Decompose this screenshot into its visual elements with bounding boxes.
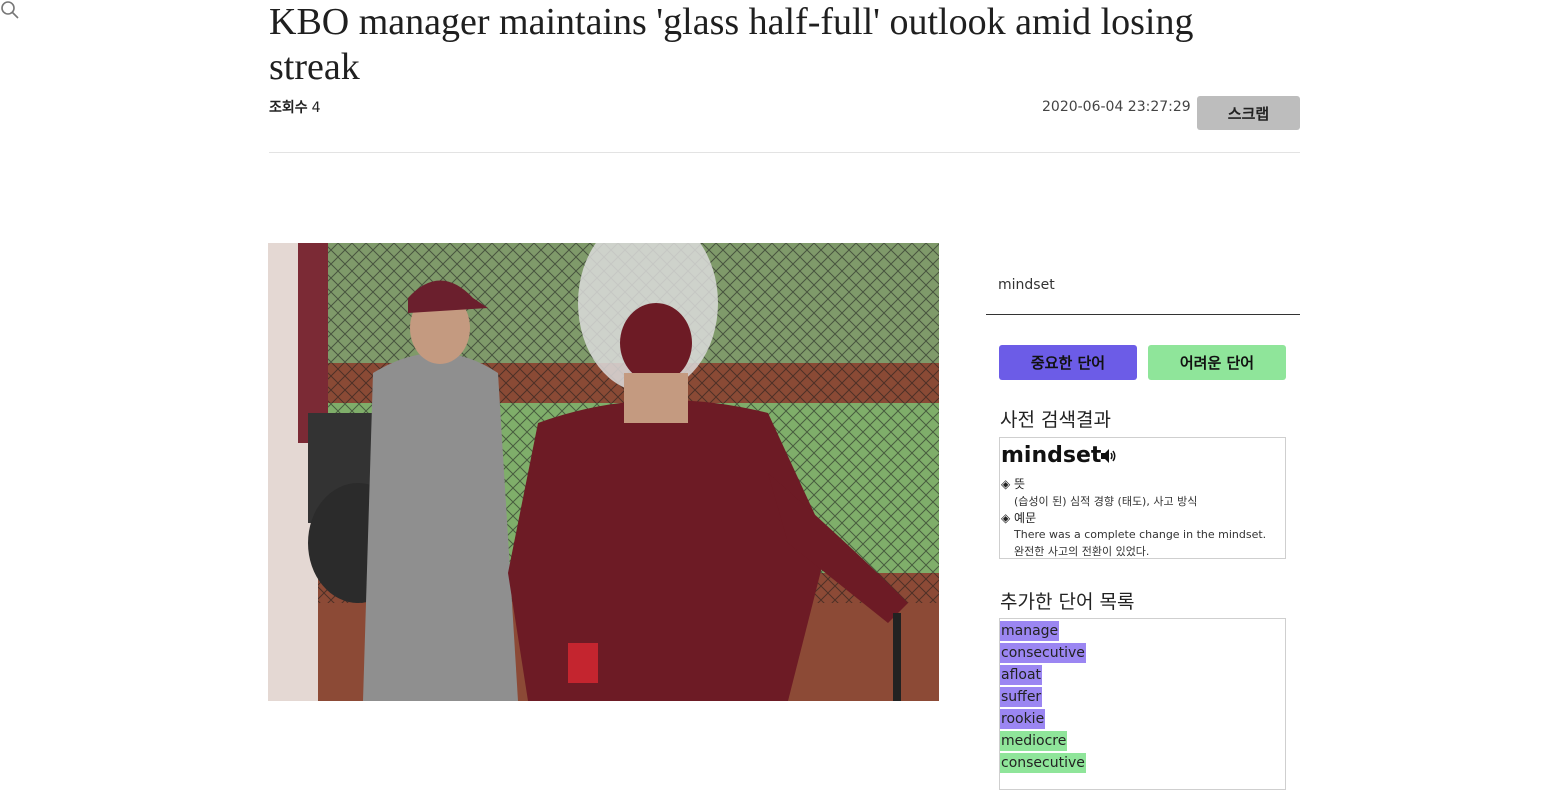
word-item[interactable]: suffer xyxy=(1000,687,1043,707)
word-item[interactable]: mediocre xyxy=(1000,731,1068,751)
word-item[interactable]: rookie xyxy=(1000,709,1046,729)
dictionary-result-title: 사전 검색결과 xyxy=(1000,409,1111,431)
added-words-box: manage consecutive afloat suffer rookie … xyxy=(999,618,1286,790)
search-icon[interactable] xyxy=(0,1,20,24)
meaning-text: (습성이 된) 심적 경향 (태도), 사고 방식 xyxy=(1014,495,1198,508)
dictionary-search xyxy=(986,262,1300,315)
added-words-title: 추가한 단어 목록 xyxy=(1000,591,1135,613)
scrap-button[interactable]: 스크랩 xyxy=(1197,96,1300,130)
difficult-words-button[interactable]: 어려운 단어 xyxy=(1148,345,1286,380)
added-words-list: manage consecutive afloat suffer rookie … xyxy=(1000,621,1285,773)
example-english: There was a complete change in the minds… xyxy=(1014,528,1267,541)
example-korean: 완전한 사고의 전환이 있었다. xyxy=(1014,545,1150,558)
meaning-label: ◈ 뜻 xyxy=(1001,477,1026,491)
example-label: ◈ 예문 xyxy=(1001,511,1037,525)
article-photo xyxy=(268,243,939,701)
article-title: KBO manager maintains 'glass half-full' … xyxy=(269,1,1194,88)
word-item[interactable]: consecutive xyxy=(1000,753,1086,773)
dictionary-word: mindset xyxy=(1001,443,1102,468)
view-count-label: 조회수 xyxy=(269,100,308,116)
article-date: 2020-06-04 23:27:29 xyxy=(1042,99,1191,115)
speaker-icon[interactable] xyxy=(1100,448,1118,468)
dictionary-search-input[interactable] xyxy=(996,272,1250,298)
view-count-value: 4 xyxy=(311,100,321,116)
important-words-button[interactable]: 중요한 단어 xyxy=(999,345,1137,380)
view-count: 조회수 4 xyxy=(269,97,321,117)
word-item[interactable]: manage xyxy=(1000,621,1060,641)
header-divider xyxy=(269,152,1300,153)
word-item[interactable]: afloat xyxy=(1000,665,1043,685)
dictionary-result-box: mindset ◈ 뜻 (습성이 된) 심적 경향 (태도), 사고 방식 ◈ … xyxy=(999,437,1286,559)
word-item[interactable]: consecutive xyxy=(1000,643,1086,663)
